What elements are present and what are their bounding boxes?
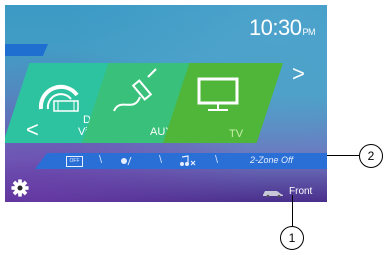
- callout-2: 2: [359, 144, 383, 168]
- zone-status-label: 2-Zone Off: [250, 155, 294, 165]
- clock-time: 10:30: [248, 15, 302, 40]
- separator: \: [159, 154, 163, 166]
- gear-icon[interactable]: [11, 179, 29, 197]
- next-page-button[interactable]: >: [292, 63, 305, 85]
- car-speaker-icon: [263, 191, 283, 197]
- display-off-button[interactable]: OFF: [66, 156, 83, 167]
- separator: \: [215, 154, 219, 166]
- zone-status-bar[interactable]: OFF \ \ \ 2-Zone Off: [35, 153, 327, 169]
- callout-1-leader: [292, 195, 293, 227]
- callout-2-leader: [327, 155, 359, 156]
- mute-icon[interactable]: [179, 155, 197, 167]
- separator: \: [99, 154, 103, 166]
- head-unit-screen: 10:30PM Disc Video AUX: [5, 5, 327, 202]
- callout-1: 1: [280, 226, 304, 250]
- tv-icon: [197, 77, 239, 111]
- day-night-icon[interactable]: [119, 156, 139, 166]
- clock-ampm: PM: [302, 27, 316, 37]
- clock: 10:30PM: [248, 15, 316, 41]
- figure: 10:30PM Disc Video AUX: [0, 0, 391, 255]
- accent-bar: [5, 44, 48, 56]
- aux-cable-icon: [113, 68, 157, 112]
- tv-label: TV: [229, 128, 244, 140]
- disc-icon: [38, 84, 79, 112]
- previous-page-button[interactable]: <: [26, 119, 39, 141]
